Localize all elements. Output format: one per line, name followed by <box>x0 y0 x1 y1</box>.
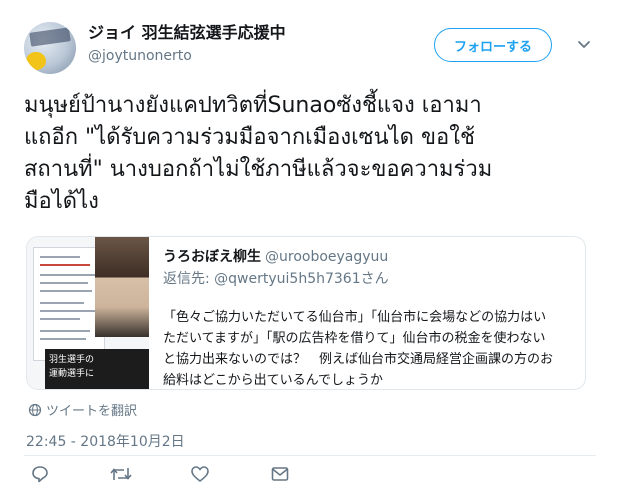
quoted-tweet-body: うろおぼえ柳生 @urooboeyagyuu 返信先: @qwertyui5h5h… <box>163 247 573 389</box>
translate-tweet[interactable]: ツイートを翻訳 <box>28 400 137 419</box>
reply-icon[interactable] <box>30 464 50 484</box>
chevron-down-icon[interactable] <box>576 36 592 52</box>
like-icon[interactable] <box>190 464 210 484</box>
avatar[interactable] <box>24 22 76 74</box>
author-display-name[interactable]: ジョイ 羽生結弦選手応援中 <box>88 22 286 44</box>
follow-button[interactable]: フォローする <box>434 28 552 62</box>
retweet-icon[interactable] <box>110 464 132 484</box>
tweet-header: ジョイ 羽生結弦選手応援中 @joytunonerto フォローする <box>24 18 599 78</box>
avatar-decoration <box>29 27 71 47</box>
quoted-tweet-media[interactable]: 羽生選手の 運動選手に <box>27 237 149 389</box>
reply-prefix: 返信先: <box>163 271 210 287</box>
tweet-actions <box>30 464 430 488</box>
tweet-text: มนุษย์ป้านางยังแคปทวิตที่Sunaoซังชี้แจง … <box>24 93 493 214</box>
globe-icon <box>28 403 42 417</box>
author-handle[interactable]: @joytunonerto <box>88 46 286 66</box>
quoted-handle: @urooboeyagyuu <box>265 249 389 265</box>
reply-context: 返信先: @qwertyui5h5h7361さん <box>163 269 573 289</box>
divider <box>24 455 596 456</box>
tweet-timestamp[interactable]: 22:45 - 2018年10月2日 <box>26 431 185 451</box>
person-photo <box>95 237 149 337</box>
reply-to-handle[interactable]: @qwertyui5h5h7361さん <box>214 271 388 287</box>
quoted-tweet-text: 「色々ご協力いただいてる仙台市」「仙台市に会場などの協力はい ただいてますが」「… <box>163 310 554 388</box>
translate-label[interactable]: ツイートを翻訳 <box>46 400 137 419</box>
caption-banner: 羽生選手の 運動選手に <box>45 349 149 389</box>
quoted-display-name: うろおぼえ柳生 <box>163 249 261 265</box>
quoted-tweet[interactable]: 羽生選手の 運動選手に うろおぼえ柳生 @urooboeyagyuu 返信先: @… <box>26 236 586 390</box>
quoted-author: うろおぼえ柳生 @urooboeyagyuu <box>163 247 573 267</box>
avatar-decoration <box>26 52 46 70</box>
author-names: ジョイ 羽生結弦選手応援中 @joytunonerto <box>88 22 286 66</box>
message-icon[interactable] <box>270 464 290 484</box>
